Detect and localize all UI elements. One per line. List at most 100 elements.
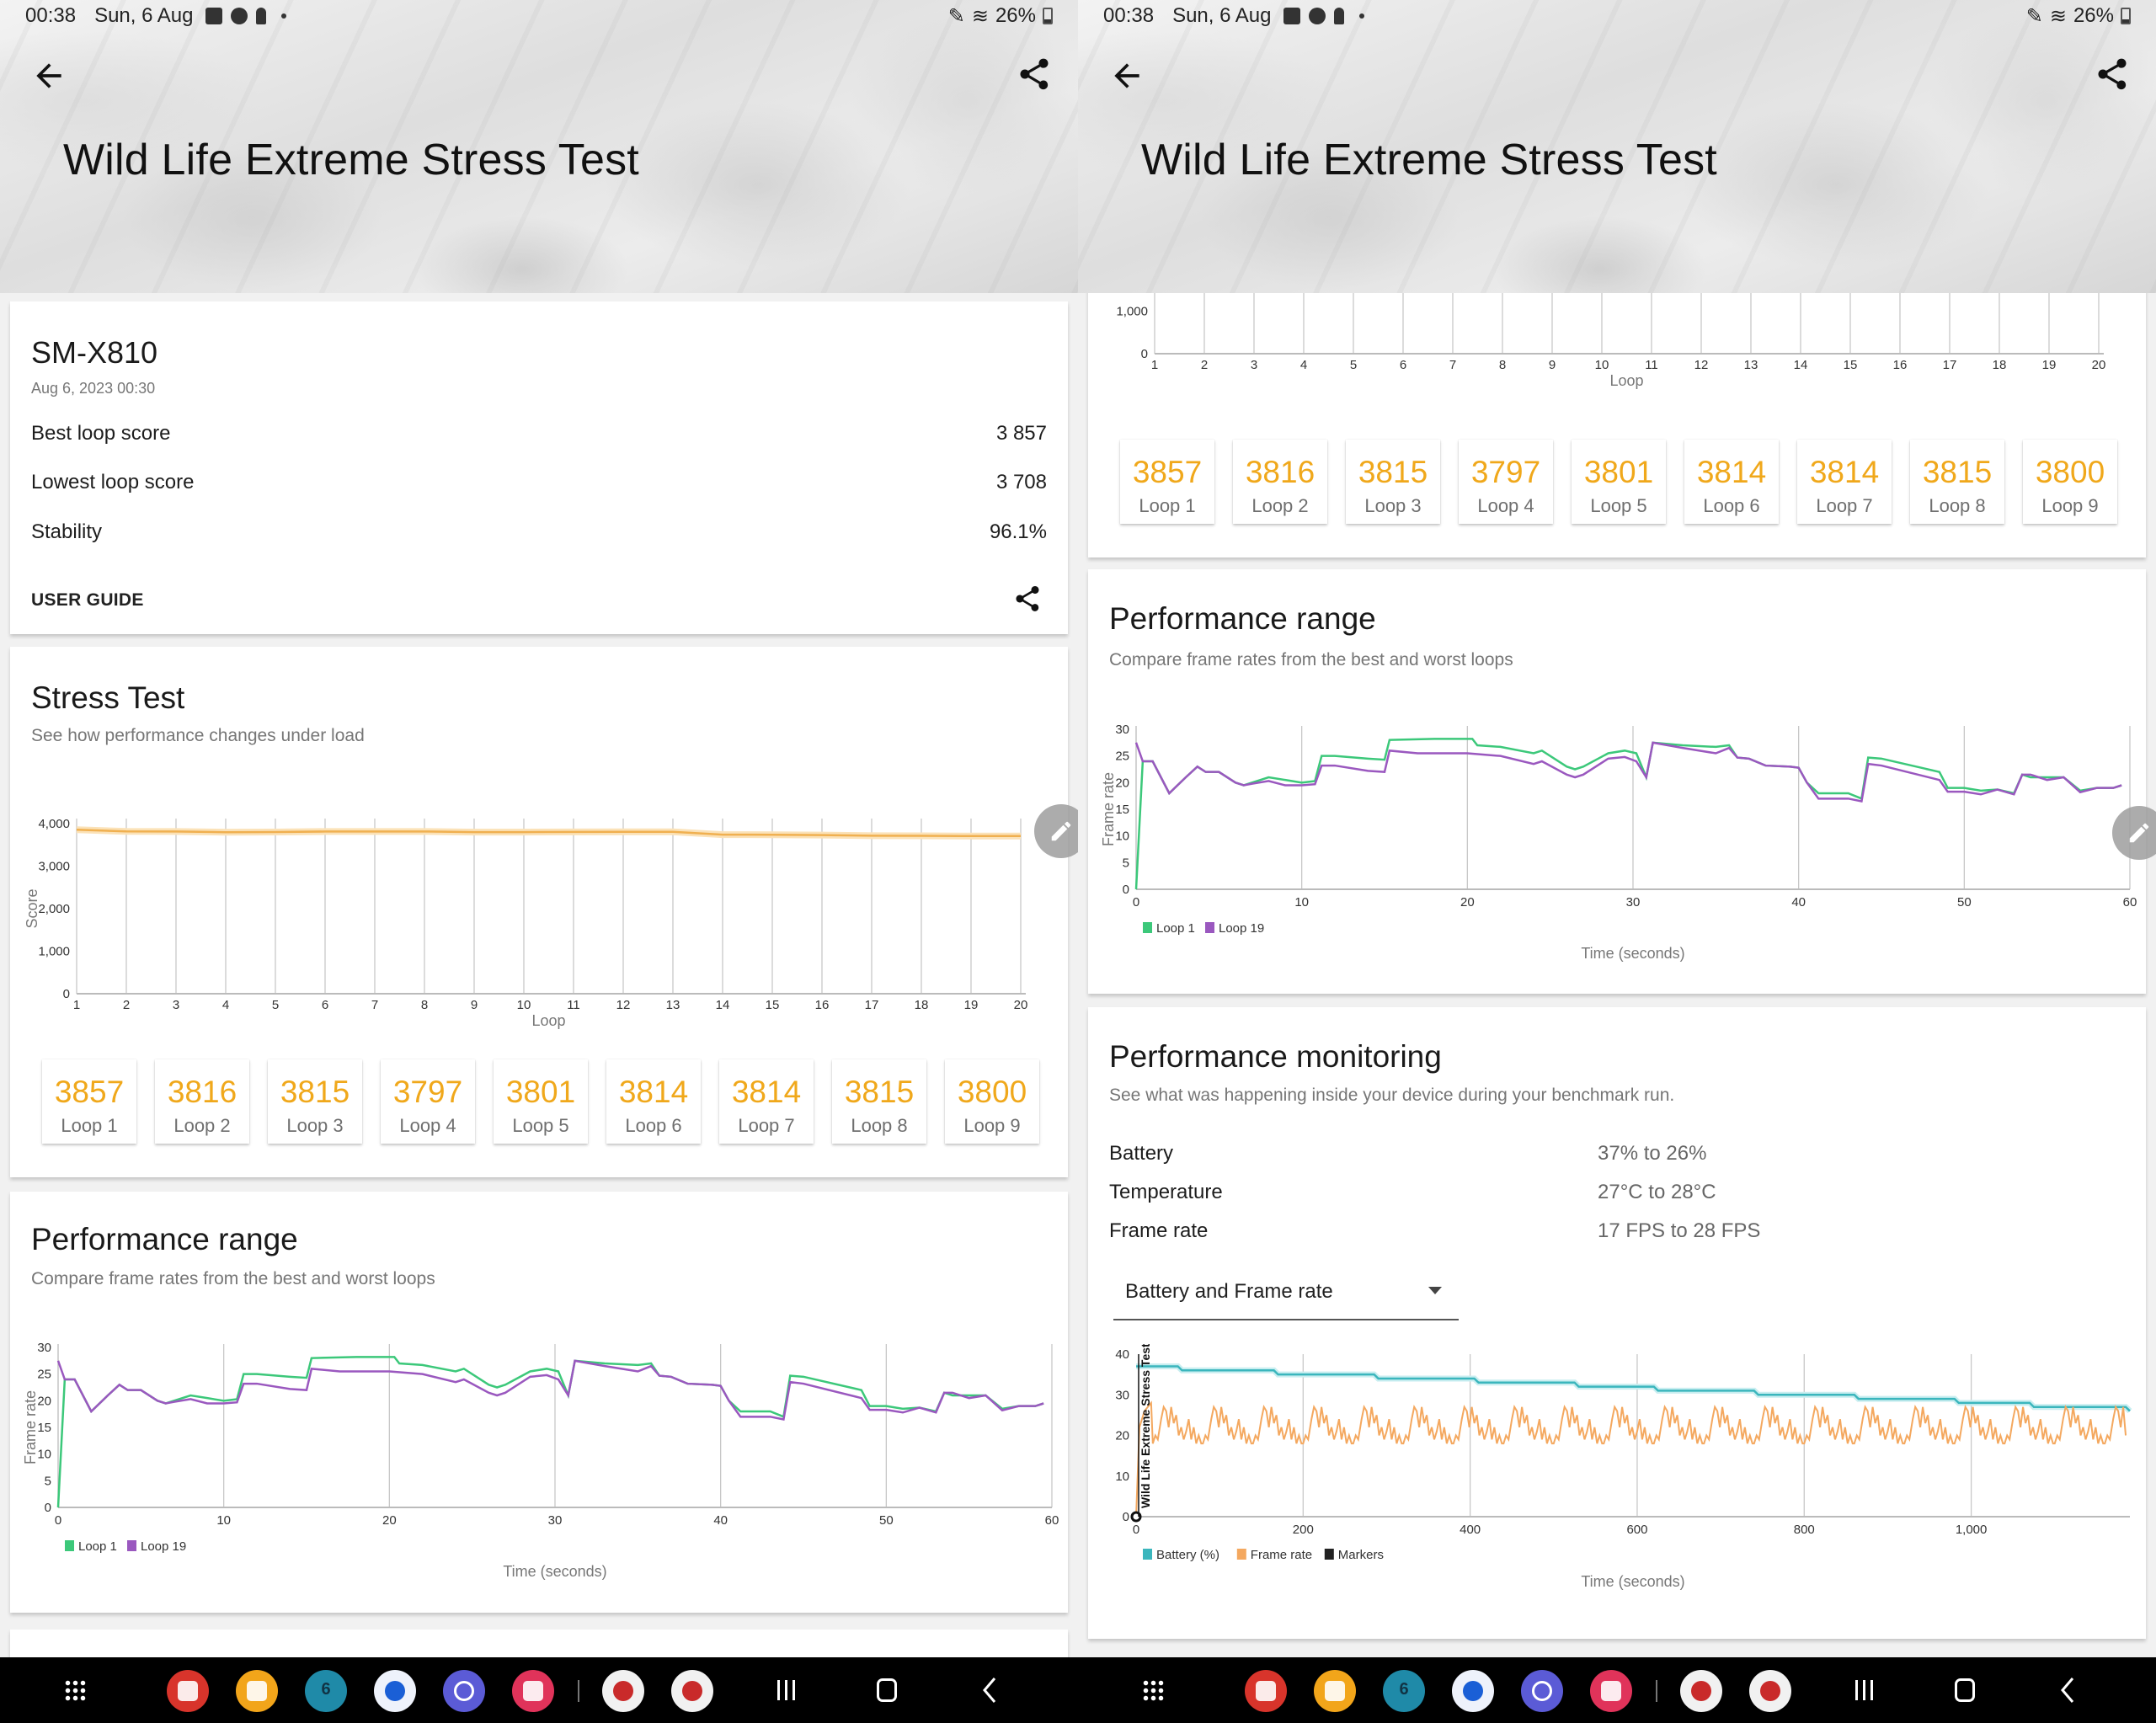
calendar-icon[interactable]: 6 — [305, 1670, 347, 1712]
app-drawer-icon[interactable] — [64, 1679, 86, 1701]
legend-swatch — [127, 1540, 136, 1551]
arrow-left-icon[interactable] — [1108, 57, 1145, 94]
antutu-3d-icon[interactable] — [671, 1670, 713, 1712]
app-glyph — [682, 1681, 702, 1701]
loop-tile[interactable]: 3815 Loop 3 — [1346, 440, 1440, 524]
section-subtitle: Compare frame rates from the best and wo… — [1109, 650, 1513, 669]
gallery-notification-icon — [1283, 8, 1300, 24]
back-button[interactable] — [2057, 1676, 2078, 1704]
x-tick-label: 1,000 — [1956, 1523, 1988, 1537]
x-tick-label: 17 — [1943, 358, 1957, 372]
section-title: Stress Test — [31, 680, 185, 715]
person-notification-icon — [255, 8, 266, 24]
x-axis-title: Time (seconds) — [503, 1563, 606, 1580]
back-button[interactable] — [979, 1676, 1000, 1704]
status-time: 00:38 — [1103, 4, 1155, 27]
messages-icon[interactable] — [1452, 1670, 1494, 1712]
loop-tile[interactable]: 3814 Loop 7 — [1797, 440, 1892, 524]
app-red-icon[interactable] — [1245, 1670, 1287, 1712]
x-axis-title: Time (seconds) — [1581, 1573, 1684, 1590]
loop-score: 3857 — [1132, 455, 1203, 489]
row-label: Lowest loop score — [31, 471, 195, 493]
y-tick-label: 40 — [1115, 1347, 1129, 1362]
loop-tile[interactable]: 3815 Loop 8 — [1910, 440, 2004, 524]
user-guide-button[interactable]: USER GUIDE — [31, 590, 144, 611]
more-notifications-icon — [280, 13, 286, 19]
loop-label: Loop 9 — [2041, 495, 2099, 516]
navigation-bar: 6 — [0, 1657, 1078, 1723]
app-glyph — [1601, 1681, 1621, 1701]
loop-label: Loop 7 — [1816, 495, 1873, 516]
best-loop-row: Best loop score 3 857 — [31, 422, 1047, 445]
loop-tile[interactable]: 3801 Loop 5 — [494, 1059, 588, 1144]
stress-test-card: 123456789101112131415161718192001,0002,0… — [1088, 177, 2146, 557]
recent-apps-button[interactable] — [1855, 1680, 1874, 1700]
app-red-icon[interactable] — [167, 1670, 209, 1712]
home-button[interactable] — [877, 1678, 897, 1702]
y-tick-label: 4,000 — [38, 817, 70, 831]
dropdown-arrow-icon — [1428, 1287, 1442, 1294]
screen-recorder-icon[interactable] — [1590, 1670, 1632, 1712]
loop-tile[interactable]: 3801 Loop 5 — [1572, 440, 1666, 524]
loop-tile[interactable]: 3815 Loop 8 — [832, 1059, 926, 1144]
loop-tile[interactable]: 3814 Loop 6 — [606, 1059, 701, 1144]
antutu-icon[interactable] — [602, 1670, 644, 1712]
loop-tile[interactable]: 3797 Loop 4 — [381, 1059, 475, 1144]
share-icon[interactable] — [2094, 56, 2131, 93]
messages-icon[interactable] — [374, 1670, 416, 1712]
loop-score: 3814 — [1809, 455, 1880, 489]
y-tick-label: 25 — [1115, 749, 1129, 764]
loop-tile[interactable]: 3814 Loop 7 — [719, 1059, 814, 1144]
loop-tile[interactable]: 3857 Loop 1 — [1120, 440, 1214, 524]
calendar-icon[interactable]: 6 — [1383, 1670, 1425, 1712]
home-button[interactable] — [1955, 1678, 1975, 1702]
loop-label: Loop 3 — [1364, 495, 1422, 516]
next-card — [10, 1630, 1068, 1657]
dock-divider — [578, 1680, 579, 1702]
x-tick-label: 15 — [766, 998, 780, 1012]
x-tick-label: 18 — [1993, 358, 2007, 372]
loop-tile[interactable]: 3800 Loop 9 — [2023, 440, 2117, 524]
chart-type-dropdown[interactable]: Battery and Frame rate — [1113, 1272, 1459, 1320]
my-files-icon[interactable] — [236, 1670, 278, 1712]
x-tick-label: 2 — [1201, 358, 1208, 372]
x-tick-label: 16 — [815, 998, 830, 1012]
antutu-3d-icon[interactable] — [1749, 1670, 1791, 1712]
legend-label: Loop 19 — [141, 1539, 186, 1554]
internet-browser-icon[interactable] — [1521, 1670, 1563, 1712]
loop-tile[interactable]: 3800 Loop 9 — [945, 1059, 1039, 1144]
loop-tile[interactable]: 3797 Loop 4 — [1459, 440, 1553, 524]
section-title: Performance range — [1109, 601, 1376, 636]
lowest-loop-row: Lowest loop score 3 708 — [31, 471, 1047, 494]
loop-score: 3801 — [1583, 455, 1654, 489]
share-icon[interactable] — [1012, 584, 1043, 614]
x-tick-label: 50 — [879, 1513, 894, 1528]
loop-score: 3800 — [957, 1075, 1027, 1109]
battery-percent: 26% — [2073, 4, 2114, 27]
loop-label: Loop 8 — [1929, 495, 1986, 516]
row-value: 3 857 — [995, 422, 1047, 445]
app-drawer-icon[interactable] — [1142, 1679, 1164, 1701]
internet-browser-icon[interactable] — [443, 1670, 485, 1712]
battery-glow — [1136, 1363, 2132, 1414]
row-label: Stability — [31, 520, 103, 543]
recent-apps-button[interactable] — [777, 1680, 796, 1700]
screen-recorder-icon[interactable] — [512, 1670, 554, 1712]
loop-tile[interactable]: 3814 Loop 6 — [1684, 440, 1779, 524]
arrow-left-icon[interactable] — [30, 57, 67, 94]
my-files-icon[interactable] — [1314, 1670, 1356, 1712]
battery-label: Battery — [1109, 1142, 1174, 1165]
y-tick-label: 30 — [1115, 723, 1129, 737]
section-subtitle: See how performance changes under load — [31, 726, 365, 745]
gallery-notification-icon — [205, 8, 222, 24]
loop-score: 3814 — [731, 1075, 802, 1109]
pencil-icon — [1051, 821, 1071, 841]
loop-tile[interactable]: 3816 Loop 2 — [1233, 440, 1327, 524]
legend-label: Loop 1 — [78, 1539, 117, 1554]
loop-tile[interactable]: 3816 Loop 2 — [155, 1059, 249, 1144]
y-tick-label: 0 — [45, 1501, 51, 1515]
share-icon[interactable] — [1016, 56, 1053, 93]
antutu-icon[interactable] — [1680, 1670, 1722, 1712]
loop-tile[interactable]: 3815 Loop 3 — [268, 1059, 362, 1144]
loop-tile[interactable]: 3857 Loop 1 — [42, 1059, 136, 1144]
